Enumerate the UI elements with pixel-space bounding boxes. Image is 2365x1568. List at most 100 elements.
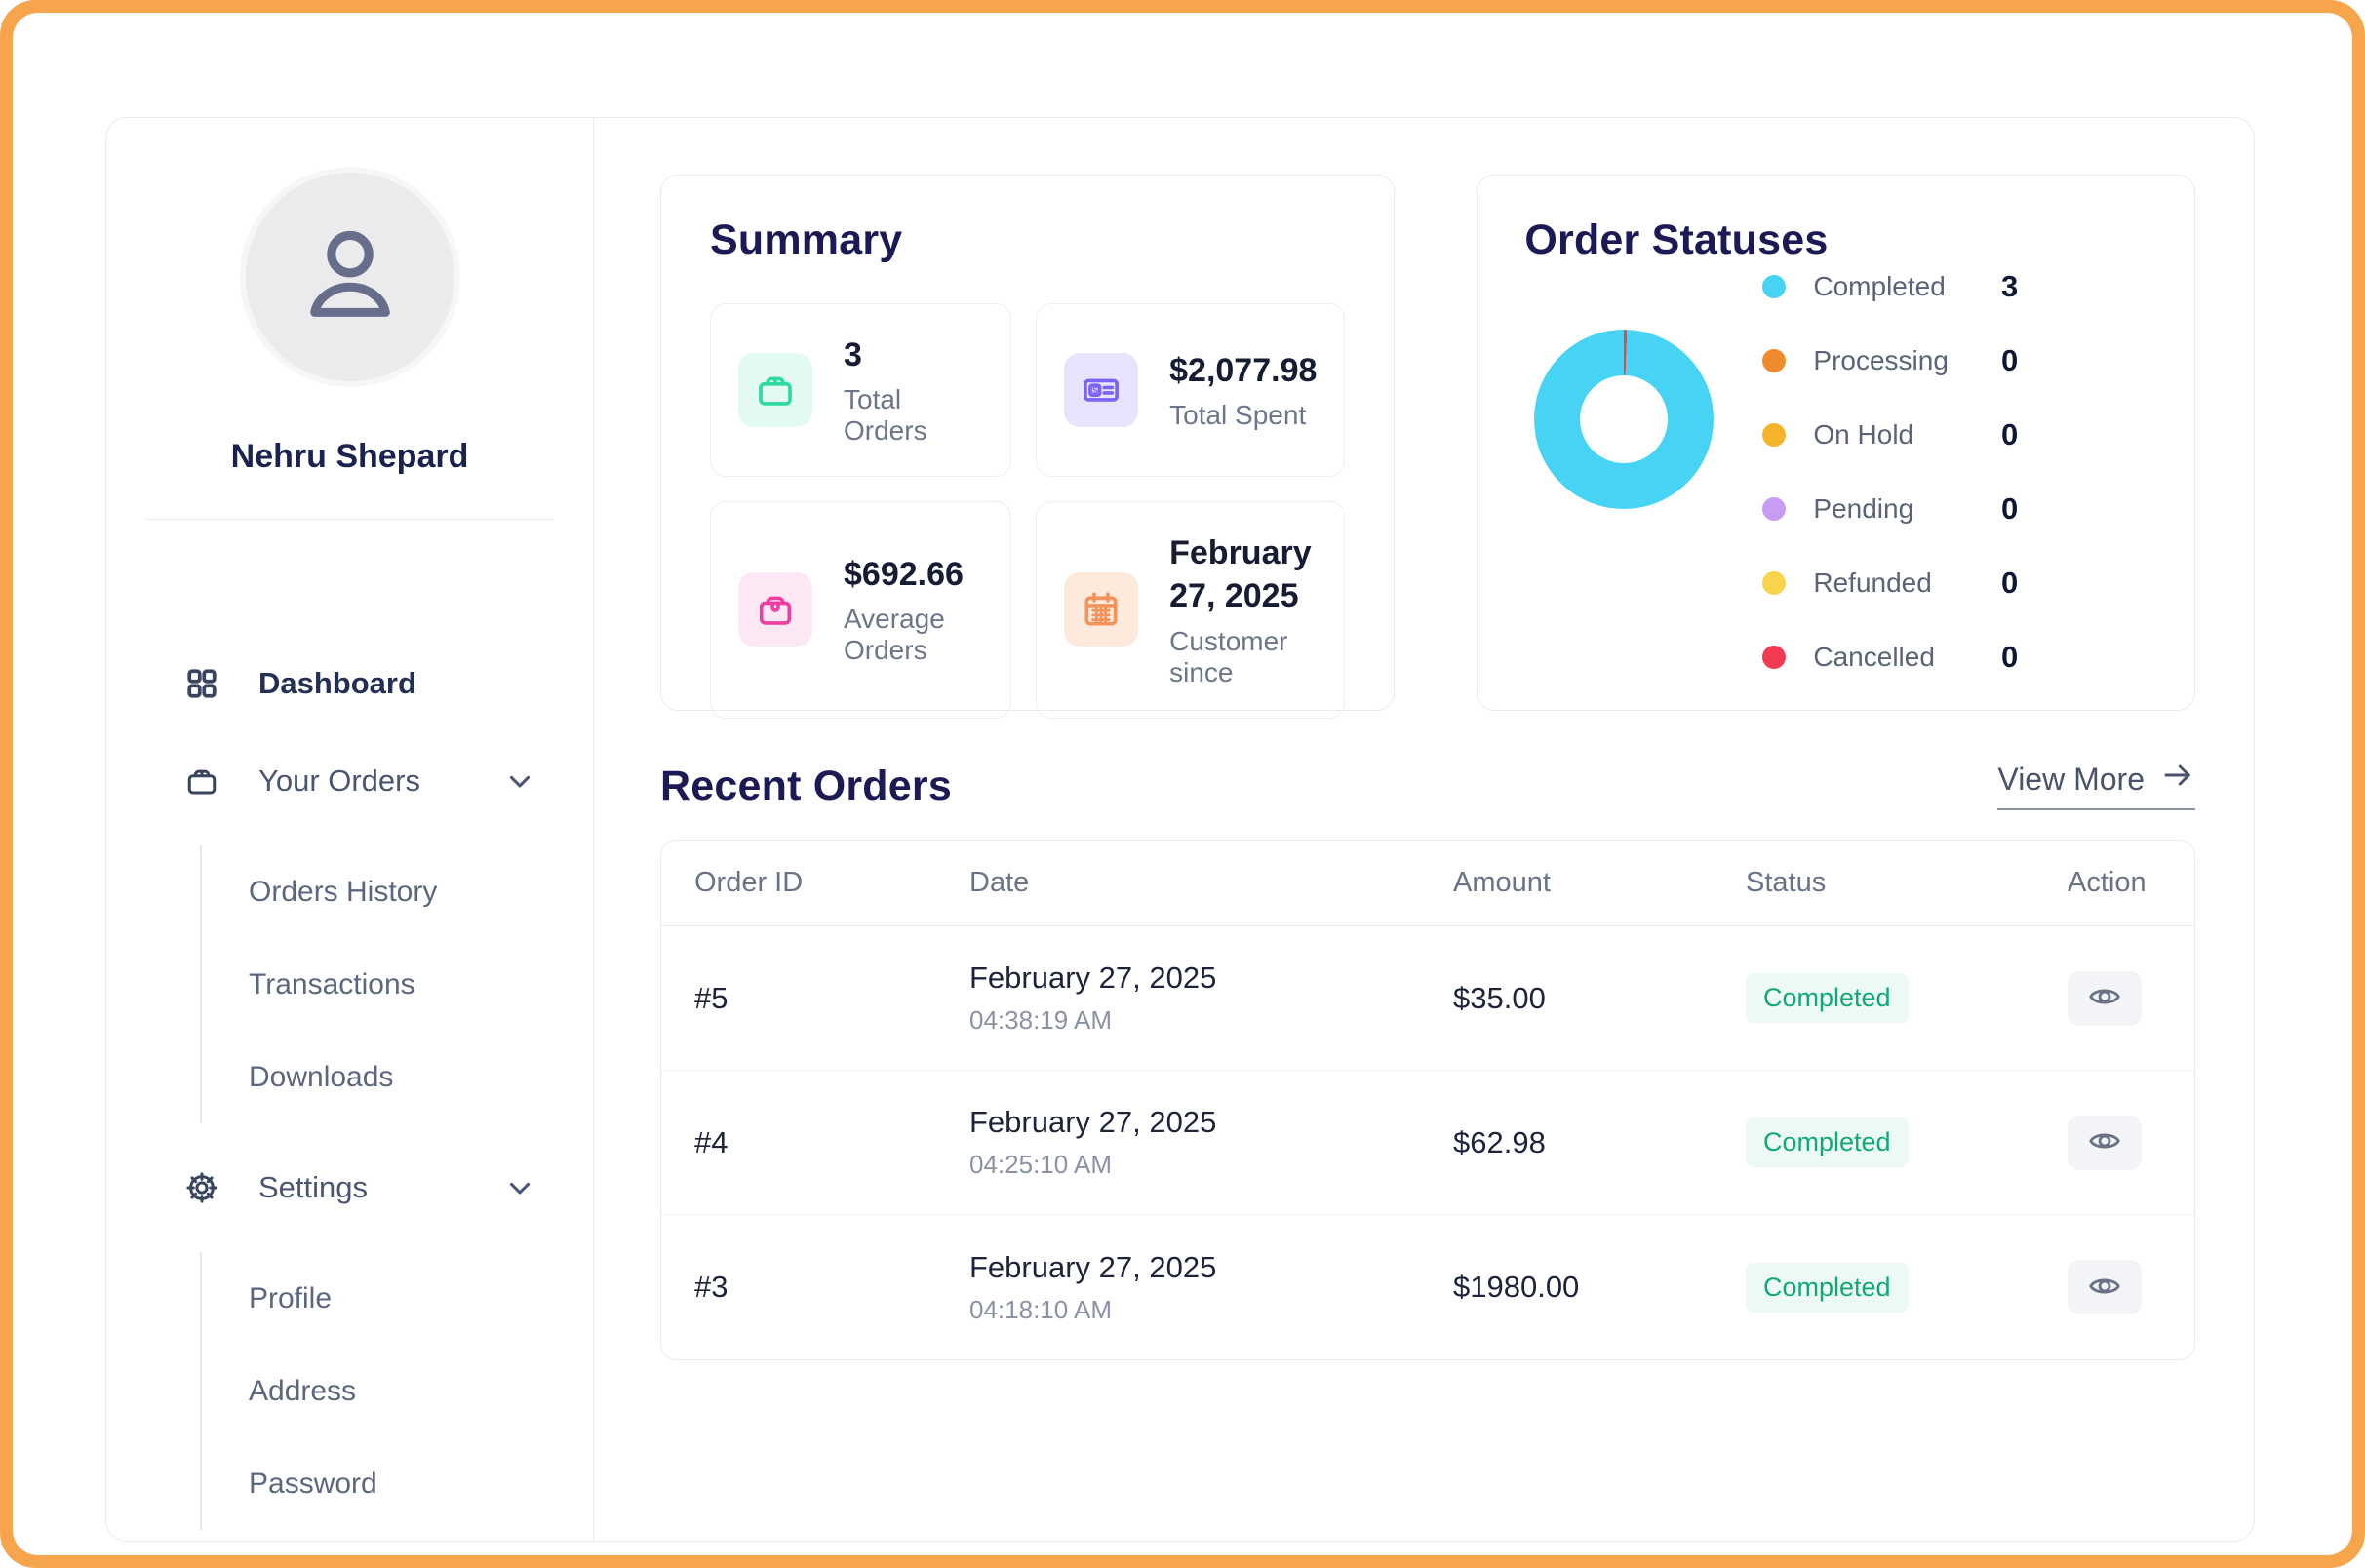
eye-icon [2087,1123,2122,1161]
column-header-amount: Amount [1453,867,1746,899]
stat-text: 3 Total Orders [844,333,983,447]
view-more-link[interactable]: View More [1997,758,2195,810]
order-statuses-card: Order Statuses Completed 3 Processing [1477,175,2195,711]
sidebar-item-your-orders[interactable]: Your Orders [184,732,536,830]
view-more-label: View More [1997,762,2145,798]
sidebar-item-orders-history[interactable]: Orders History [249,845,536,938]
stat-text: $2,077.98 Total Spent [1169,349,1317,431]
action-cell [2068,1116,2161,1170]
stat-value: $692.66 [844,553,983,596]
legend-dot [1762,349,1786,372]
window-frame: Nehru Shepard Dashboard [0,0,2365,1568]
top-cards-row: Summary [660,175,2195,711]
chevron-down-icon[interactable] [503,1171,536,1204]
sidebar-item-downloads[interactable]: Downloads [249,1031,536,1123]
legend-label: Refunded [1813,568,1931,599]
account-dashboard-card: Nehru Shepard Dashboard [105,117,2255,1542]
legend-label: Cancelled [1813,642,1935,673]
stat-value: 3 [844,333,983,376]
sidebar-item-label: Password [249,1468,377,1501]
status-badge: Completed [1746,1263,1909,1313]
sidebar-item-dashboard[interactable]: Dashboard [184,635,536,732]
eye-icon [2087,979,2122,1017]
legend-count: 0 [2001,566,2148,601]
status-cell: Completed [1746,1263,2068,1313]
summary-tiles: 3 Total Orders $ [710,303,1345,719]
legend-label: On Hold [1813,419,1913,451]
gear-icon [184,1170,219,1205]
bag-icon [184,764,219,799]
sidebar-item-transactions[interactable]: Transactions [249,938,536,1031]
action-cell [2068,1260,2161,1314]
settings-submenu: Profile Address Password [200,1252,536,1530]
sidebar-item-address[interactable]: Address [249,1345,536,1437]
sidebar-item-settings[interactable]: Settings [184,1139,536,1236]
stat-label: Total Spent [1169,400,1317,431]
sidebar-item-label: Transactions [249,968,415,1001]
legend-dot [1762,423,1786,447]
column-header-order-id: Order ID [694,867,969,899]
recent-orders-header: Recent Orders View More [660,758,2195,810]
box-icon [738,353,812,427]
sidebar-item-profile[interactable]: Profile [249,1252,536,1345]
table-row: #4 February 27, 2025 04:25:10 AM $62.98 … [661,1071,2194,1215]
view-order-button[interactable] [2068,1260,2142,1314]
your-orders-submenu: Orders History Transactions Downloads [200,845,536,1123]
action-cell [2068,971,2161,1026]
sidebar-item-label: Dashboard [258,666,416,701]
chevron-down-icon[interactable] [503,764,536,798]
order-time: 04:38:19 AM [969,1005,1453,1036]
view-order-button[interactable] [2068,1116,2142,1170]
legend-item-processing: Processing 0 [1762,324,2148,398]
grid-icon [184,666,219,701]
svg-text:$: $ [1092,386,1098,397]
stat-value: $2,077.98 [1169,349,1317,392]
order-id-cell: #5 [694,981,969,1016]
legend-dot [1762,275,1786,298]
sidebar-item-label: Address [249,1375,356,1408]
legend-dot [1762,571,1786,595]
column-header-date: Date [969,867,1453,899]
sidebar-nav: Dashboard Your Orders [106,520,593,1542]
stat-label: Total Orders [844,384,983,447]
legend-item-on-hold: On Hold 0 [1762,398,2148,472]
banknote-icon: $ [1064,353,1138,427]
recent-orders-table: Order ID Date Amount Status Action #5 Fe… [660,840,2195,1360]
user-icon [288,213,413,342]
legend-label: Pending [1813,493,1913,525]
amount-cell: $35.00 [1453,981,1746,1016]
sidebar-item-password[interactable]: Password [249,1437,536,1530]
stat-tile-average-orders: $692.66 Average Orders [710,501,1011,718]
order-id-cell: #4 [694,1125,969,1160]
sidebar: Nehru Shepard Dashboard [106,118,594,1541]
order-date: February 27, 2025 [969,1105,1453,1140]
order-statuses-legend: Completed 3 Processing 0 On Hold [1762,250,2148,694]
view-order-button[interactable] [2068,971,2142,1026]
user-name: Nehru Shepard [106,438,593,476]
order-date: February 27, 2025 [969,1250,1453,1285]
sidebar-item-label: Profile [249,1282,332,1315]
legend-count: 3 [2001,269,2148,304]
sidebar-item-label: Orders History [249,876,437,909]
stat-value: February 27, 2025 [1169,531,1317,617]
date-cell: February 27, 2025 04:38:19 AM [969,960,1453,1036]
legend-dot [1762,646,1786,669]
arrow-right-icon [2160,758,2195,801]
main-content: Summary [594,118,2254,1541]
status-cell: Completed [1746,973,2068,1023]
sidebar-item-label: Settings [258,1170,368,1205]
stat-text: $692.66 Average Orders [844,553,983,666]
summary-card: Summary [660,175,1395,711]
stat-label: Average Orders [844,604,983,666]
legend-item-pending: Pending 0 [1762,472,2148,546]
order-statuses-donut-chart [1534,330,1714,509]
legend-item-completed: Completed 3 [1762,250,2148,324]
status-badge: Completed [1746,973,1909,1023]
avatar [240,167,460,387]
legend-count: 0 [2001,343,2148,378]
column-header-action: Action [2068,867,2161,899]
sidebar-item-label: Your Orders [258,764,420,799]
status-cell: Completed [1746,1117,2068,1167]
legend-dot [1762,497,1786,521]
amount-cell: $1980.00 [1453,1270,1746,1305]
